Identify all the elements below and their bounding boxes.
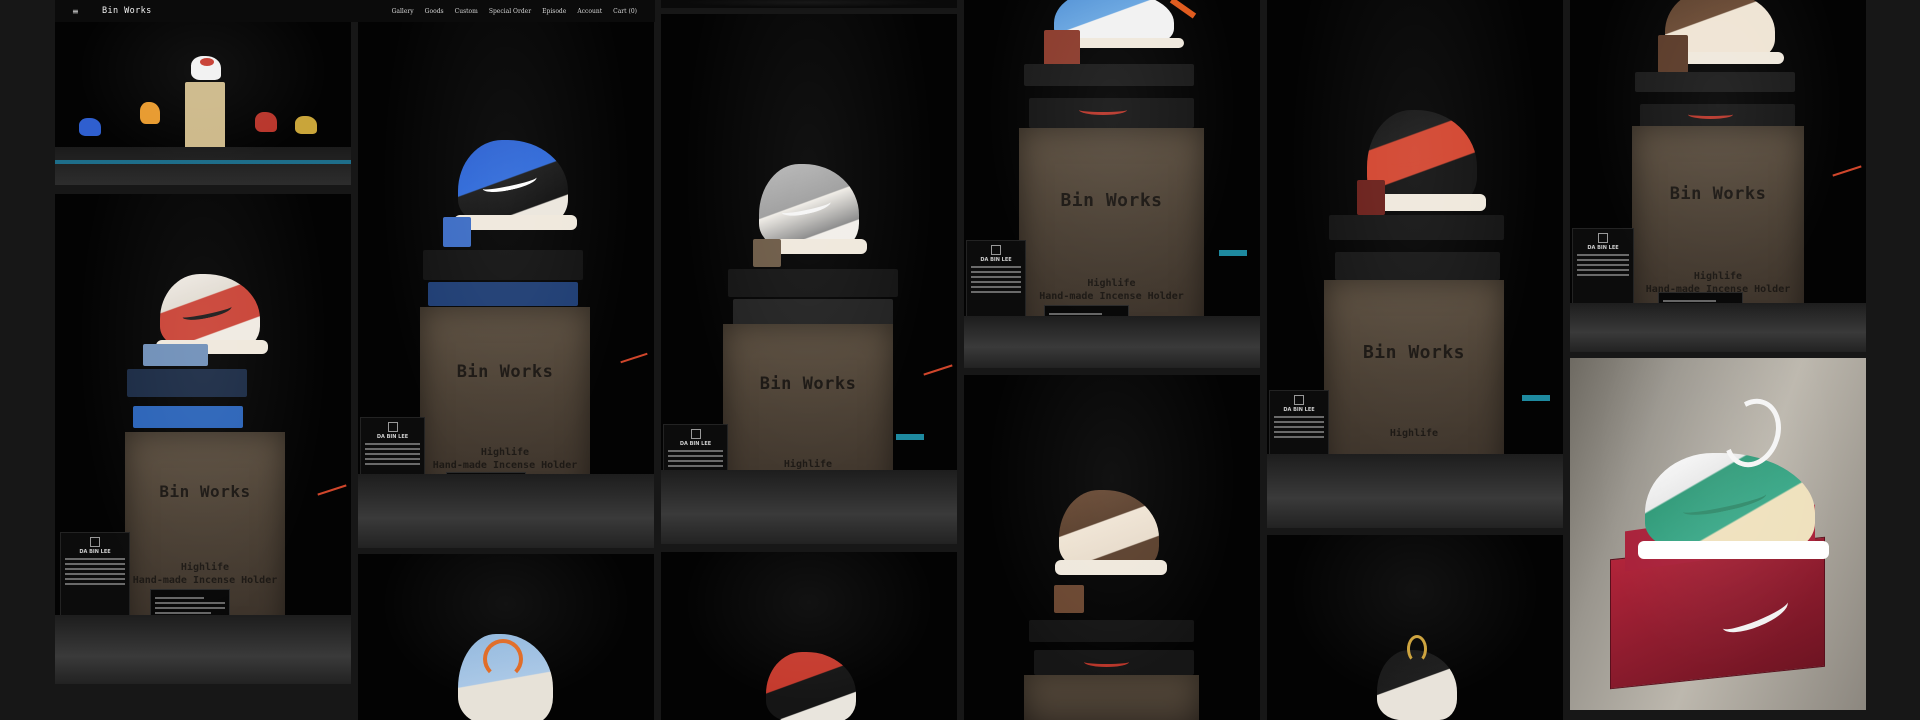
plinth-line2: Hand-made Incense Holder	[132, 574, 278, 586]
artist-logo-icon	[690, 429, 701, 439]
artist-logo-icon	[1598, 233, 1608, 243]
gallery-image-gold[interactable]	[1267, 535, 1563, 720]
nav-goods[interactable]: Goods	[425, 8, 444, 15]
gallery-image-offwhite-unc[interactable]: Bin Works Highlife Hand-made Incense Hol…	[964, 0, 1260, 368]
gallery-image-bloodline[interactable]: Bin Works Highlife DA BIN LEE	[1267, 0, 1563, 528]
artist-logo-icon	[1294, 395, 1304, 405]
gallery-image-travis-plinth[interactable]: Bin Works Highlife Hand-made Incense Hol…	[1570, 0, 1866, 352]
gallery-image-lineup[interactable]	[55, 22, 351, 185]
shoe-chicago	[156, 274, 268, 354]
main-menu: Gallery Goods Custom Special Order Episo…	[392, 8, 637, 15]
nav-gallery[interactable]: Gallery	[392, 8, 414, 15]
menu-icon[interactable]: ≡	[72, 7, 90, 16]
nav-cart[interactable]: Cart (0)	[613, 8, 637, 15]
custom-dunk-photo	[1570, 358, 1866, 710]
shoe-travis-mocha	[1055, 490, 1167, 575]
gallery-image-unc[interactable]	[358, 554, 654, 720]
top-nav-bar: ≡ Bin Works Gallery Goods Custom Special…	[55, 0, 655, 22]
shoe-lineup-photo	[55, 22, 351, 185]
plinth-line1: Highlife	[180, 562, 230, 573]
gallery-image-chicago[interactable]: Bin Works Highlife Hand-made Incense Hol…	[55, 194, 351, 684]
shoe-cement-grey	[755, 164, 867, 255]
gallery-image-custom-dunk[interactable]	[1570, 358, 1866, 710]
gallery-image-bred[interactable]	[661, 552, 957, 720]
nav-special-order[interactable]: Special Order	[489, 8, 531, 15]
shoe-bred-toe	[766, 652, 856, 720]
display-plinth	[1024, 675, 1199, 720]
nav-custom[interactable]: Custom	[455, 8, 478, 15]
shoe-fearless	[453, 140, 577, 231]
artist-logo-icon	[991, 245, 1001, 255]
plinth-brand: Bin Works	[159, 482, 251, 501]
brand-logo[interactable]: Bin Works	[102, 6, 152, 16]
gallery-image-cement[interactable]: Bin Works Highlife Hand-made Incense Hol…	[661, 14, 957, 544]
shoe-custom-dunk	[1638, 453, 1829, 559]
gallery-image-fearless[interactable]: Bin Works Highlife Hand-made Incense Hol…	[358, 22, 654, 548]
gallery-image-travis-mocha[interactable]	[964, 375, 1260, 720]
artist-logo-icon	[387, 422, 398, 432]
page-edge-right	[1866, 0, 1920, 720]
artist-logo-icon	[90, 537, 100, 547]
gallery-strip-top	[661, 0, 957, 8]
nav-account[interactable]: Account	[577, 8, 602, 15]
nav-episode[interactable]: Episode	[542, 8, 566, 15]
